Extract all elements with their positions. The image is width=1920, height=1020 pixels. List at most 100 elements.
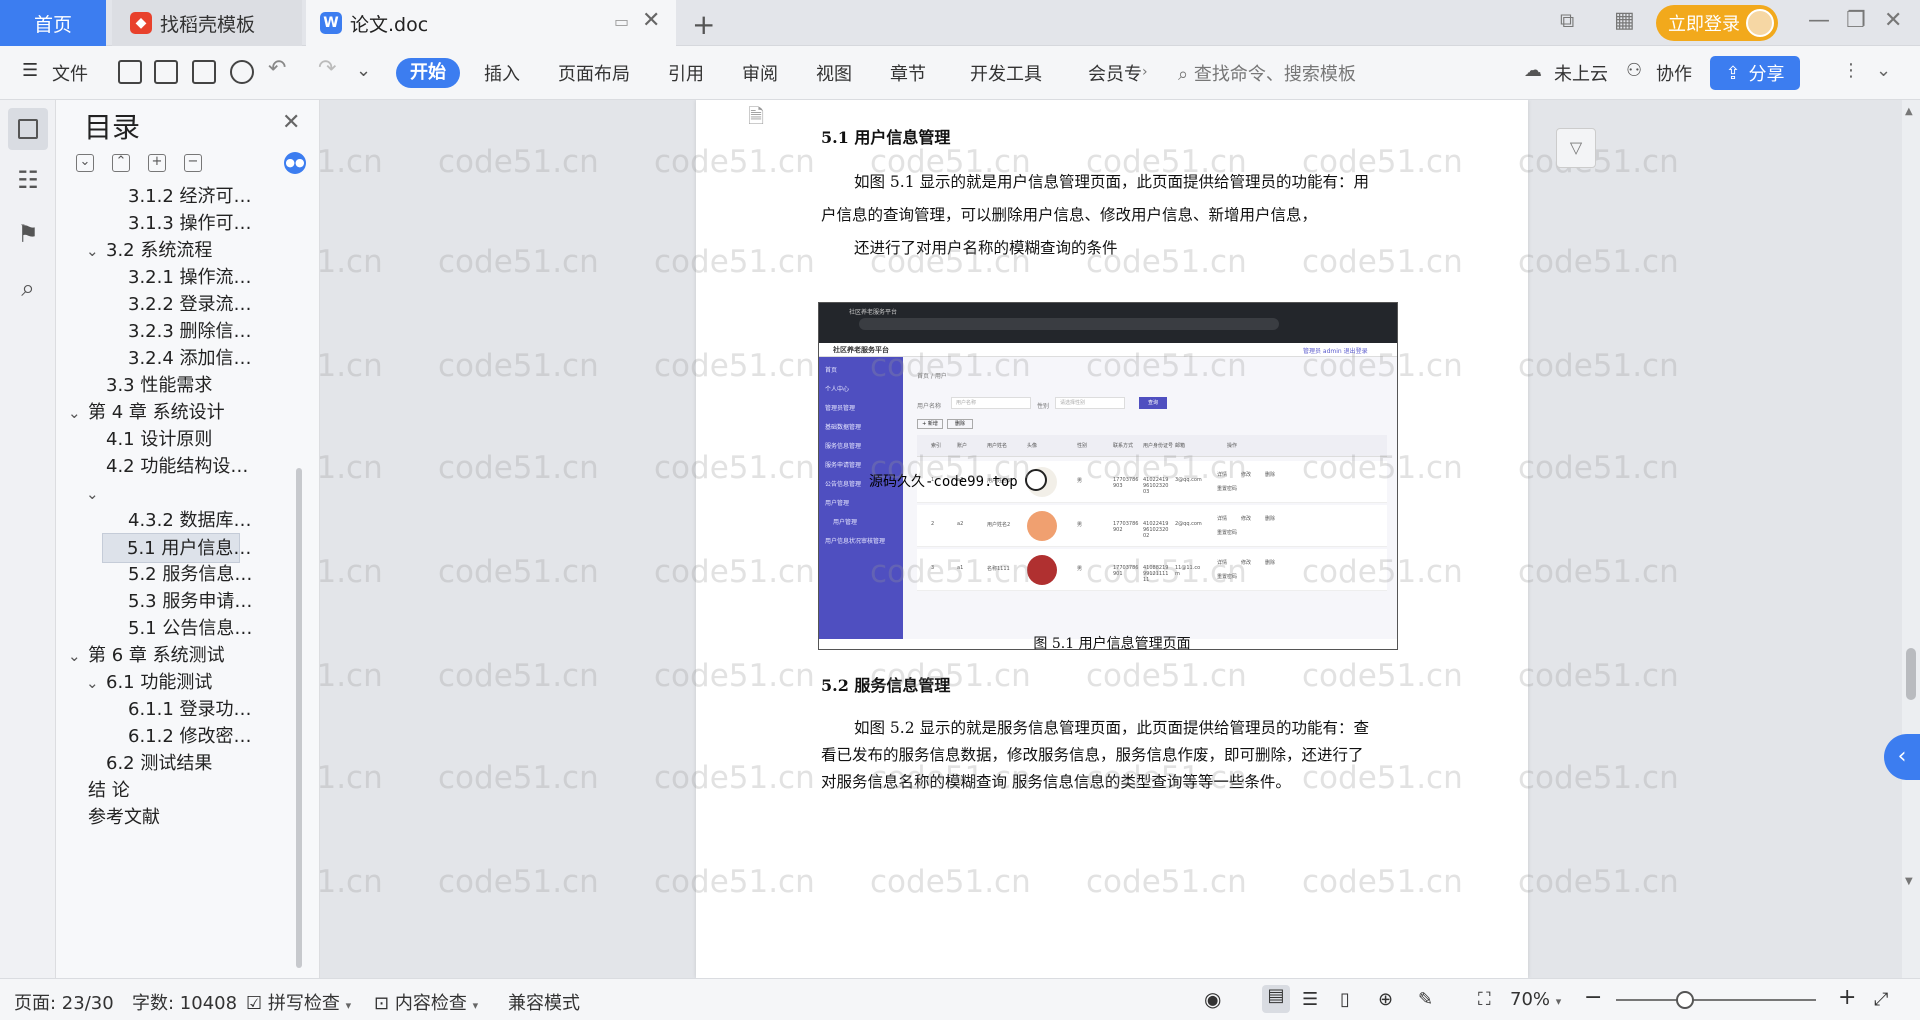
content-check-button[interactable]: ⊡ 内容检查 ▾ xyxy=(374,989,478,1015)
read-mode-icon[interactable]: ▯ xyxy=(1340,989,1350,1010)
spellcheck-button[interactable]: ☑ 拼写检查 ▾ xyxy=(246,989,351,1015)
toc-item[interactable]: 3.2.2 登录流… xyxy=(104,290,252,320)
toc-panel-button[interactable] xyxy=(8,108,48,150)
window-mode-icon[interactable]: ▭ xyxy=(614,12,629,31)
close-tab-icon[interactable]: ✕ xyxy=(642,8,660,33)
toc-item[interactable]: ⌄ xyxy=(86,479,106,509)
write-mode-icon[interactable]: ✎ xyxy=(1418,989,1433,1010)
chevron-down-icon[interactable]: ⌄ xyxy=(356,60,371,81)
toc-item[interactable]: 3.2.1 操作流… xyxy=(104,263,252,293)
chevron-down-icon[interactable]: ⌄ xyxy=(68,641,88,671)
scroll-down-icon[interactable]: ▼ xyxy=(1905,876,1913,887)
chevron-down-icon[interactable]: ⌄ xyxy=(86,668,106,698)
menu-chapter[interactable]: 章节 xyxy=(890,60,926,86)
zoom-slider[interactable] xyxy=(1616,999,1816,1001)
more-chevron-icon[interactable]: › xyxy=(1142,64,1148,80)
fit-page-icon[interactable]: ⛶ xyxy=(1478,989,1491,1010)
tab-template[interactable]: ◆ 找稻壳模板 xyxy=(112,0,302,46)
file-menu[interactable]: 文件 xyxy=(52,60,88,86)
layout-toggle-icon[interactable]: ⧉ xyxy=(1560,8,1574,32)
menu-layout[interactable]: 页面布局 xyxy=(558,60,630,86)
toc-item[interactable]: 4.1 设计原则 xyxy=(86,425,212,455)
page-count[interactable]: 页面: 23/30 xyxy=(14,989,114,1015)
zoom-level[interactable]: 70% ▾ xyxy=(1510,989,1561,1010)
tab-document[interactable]: W 论文.doc ▭ ✕ xyxy=(306,0,676,46)
collab-button[interactable]: 协作 xyxy=(1656,60,1692,86)
add-heading-icon[interactable]: + xyxy=(148,154,166,172)
web-view-icon[interactable]: ⊕ xyxy=(1378,989,1393,1010)
more-options-icon[interactable]: ⋮ xyxy=(1842,60,1860,81)
chevron-down-icon[interactable]: ⌄ xyxy=(86,479,106,509)
toc-item[interactable]: 3.1.3 操作可… xyxy=(104,209,252,239)
collapse-ribbon-icon[interactable]: ⌄ xyxy=(1876,60,1891,81)
toc-item[interactable]: 3.1.2 经济可… xyxy=(104,182,252,212)
toc-item[interactable]: 5.3 服务申请… xyxy=(104,587,252,617)
eye-protect-icon[interactable]: ◉ xyxy=(1204,987,1221,1011)
menu-member[interactable]: 会员专 xyxy=(1088,60,1142,86)
find-icon[interactable]: ⌕ xyxy=(14,274,42,302)
toc-item[interactable]: 6.1.2 修改密… xyxy=(104,722,252,752)
preview-icon[interactable] xyxy=(230,60,254,84)
paragraph-format-icon[interactable]: 🗎 xyxy=(748,102,764,136)
zoom-out-icon[interactable]: − xyxy=(1584,985,1602,1010)
toc-item[interactable]: 5.1 用户信息… xyxy=(102,533,251,563)
zoom-in-icon[interactable]: + xyxy=(1838,985,1856,1010)
toc-item[interactable]: 3.2.4 添加信… xyxy=(104,344,252,374)
menu-devtools[interactable]: 开发工具 xyxy=(970,60,1042,86)
scroll-up-icon[interactable]: ▲ xyxy=(1905,106,1913,117)
apps-grid-icon[interactable]: ▦ xyxy=(1614,8,1635,33)
hamburger-icon[interactable]: ☰ xyxy=(22,60,38,81)
menu-reference[interactable]: 引用 xyxy=(668,60,704,86)
toc-item[interactable]: ⌄ 3.2 系统流程 xyxy=(86,236,212,266)
toc-item[interactable]: 4.3.2 数据库… xyxy=(104,506,252,536)
word-count[interactable]: 字数: 10408 xyxy=(132,989,237,1015)
new-tab-button[interactable]: + xyxy=(692,8,715,41)
menu-view[interactable]: 视图 xyxy=(816,60,852,86)
toc-item[interactable]: 5.1 公告信息… xyxy=(104,614,252,644)
tab-home[interactable]: 首页 xyxy=(0,0,106,46)
toc-item[interactable]: ⌄ 第 4 章 系统设计 xyxy=(68,398,225,428)
undo-icon[interactable]: ↶ xyxy=(268,56,286,81)
remove-heading-icon[interactable]: − xyxy=(184,154,202,172)
toc-item[interactable]: 结 论 xyxy=(68,776,130,806)
restore-icon[interactable]: ❐ xyxy=(1846,8,1866,33)
collapse-all-icon[interactable]: ⌄ xyxy=(76,154,94,172)
outline-icon[interactable]: ☷ xyxy=(14,166,42,194)
toc-item[interactable]: ⌄ 6.1 功能测试 xyxy=(86,668,212,698)
bookmark-icon[interactable]: ⚑ xyxy=(14,220,42,248)
toc-item[interactable]: ⌄ 第 6 章 系统测试 xyxy=(68,641,225,671)
menu-insert[interactable]: 插入 xyxy=(484,60,520,86)
close-window-icon[interactable]: ✕ xyxy=(1884,8,1902,33)
toc-item[interactable]: 参考文献 xyxy=(68,803,160,833)
toc-scrollbar[interactable] xyxy=(296,468,302,968)
save-icon[interactable] xyxy=(118,60,142,84)
vertical-scrollbar[interactable]: ▲ ▼ xyxy=(1902,100,1920,978)
toc-item[interactable]: 5.2 服务信息… xyxy=(104,560,252,590)
cloud-status[interactable]: 未上云 xyxy=(1554,60,1608,86)
menu-review[interactable]: 审阅 xyxy=(742,60,778,86)
command-search[interactable]: ⌕ 查找命令、搜索模板 xyxy=(1178,60,1356,86)
minimize-icon[interactable]: — xyxy=(1808,8,1830,33)
print-icon[interactable] xyxy=(192,60,216,84)
outline-view-icon[interactable]: ☰ xyxy=(1302,989,1318,1010)
fullscreen-icon[interactable]: ⤢ xyxy=(1874,989,1888,1010)
redo-icon[interactable]: ↷ xyxy=(318,56,336,81)
zoom-slider-knob[interactable] xyxy=(1676,991,1694,1009)
login-button[interactable]: 立即登录 xyxy=(1656,5,1778,41)
export-icon[interactable] xyxy=(154,60,178,84)
scroll-thumb[interactable] xyxy=(1906,648,1916,700)
chevron-down-icon[interactable]: ⌄ xyxy=(68,398,88,428)
chevron-down-icon[interactable]: ⌄ xyxy=(86,236,106,266)
close-icon[interactable]: ✕ xyxy=(282,110,300,135)
share-button[interactable]: ⇪ 分享 xyxy=(1710,56,1800,90)
expand-all-icon[interactable]: ⌃ xyxy=(112,154,130,172)
toc-item[interactable]: 4.2 功能结构设… xyxy=(86,452,248,482)
filter-icon[interactable]: ▽ xyxy=(1556,128,1596,168)
smart-toc-icon[interactable]: ●● xyxy=(284,152,306,174)
menu-start[interactable]: 开始 xyxy=(396,58,460,88)
toc-item[interactable]: 3.2.3 删除信… xyxy=(104,317,252,347)
toc-item[interactable]: 6.2 测试结果 xyxy=(86,749,212,779)
toc-item[interactable]: 3.3 性能需求 xyxy=(86,371,212,401)
toc-item[interactable]: 6.1.1 登录功… xyxy=(104,695,252,725)
page-view-icon[interactable]: ▤ xyxy=(1262,985,1290,1013)
